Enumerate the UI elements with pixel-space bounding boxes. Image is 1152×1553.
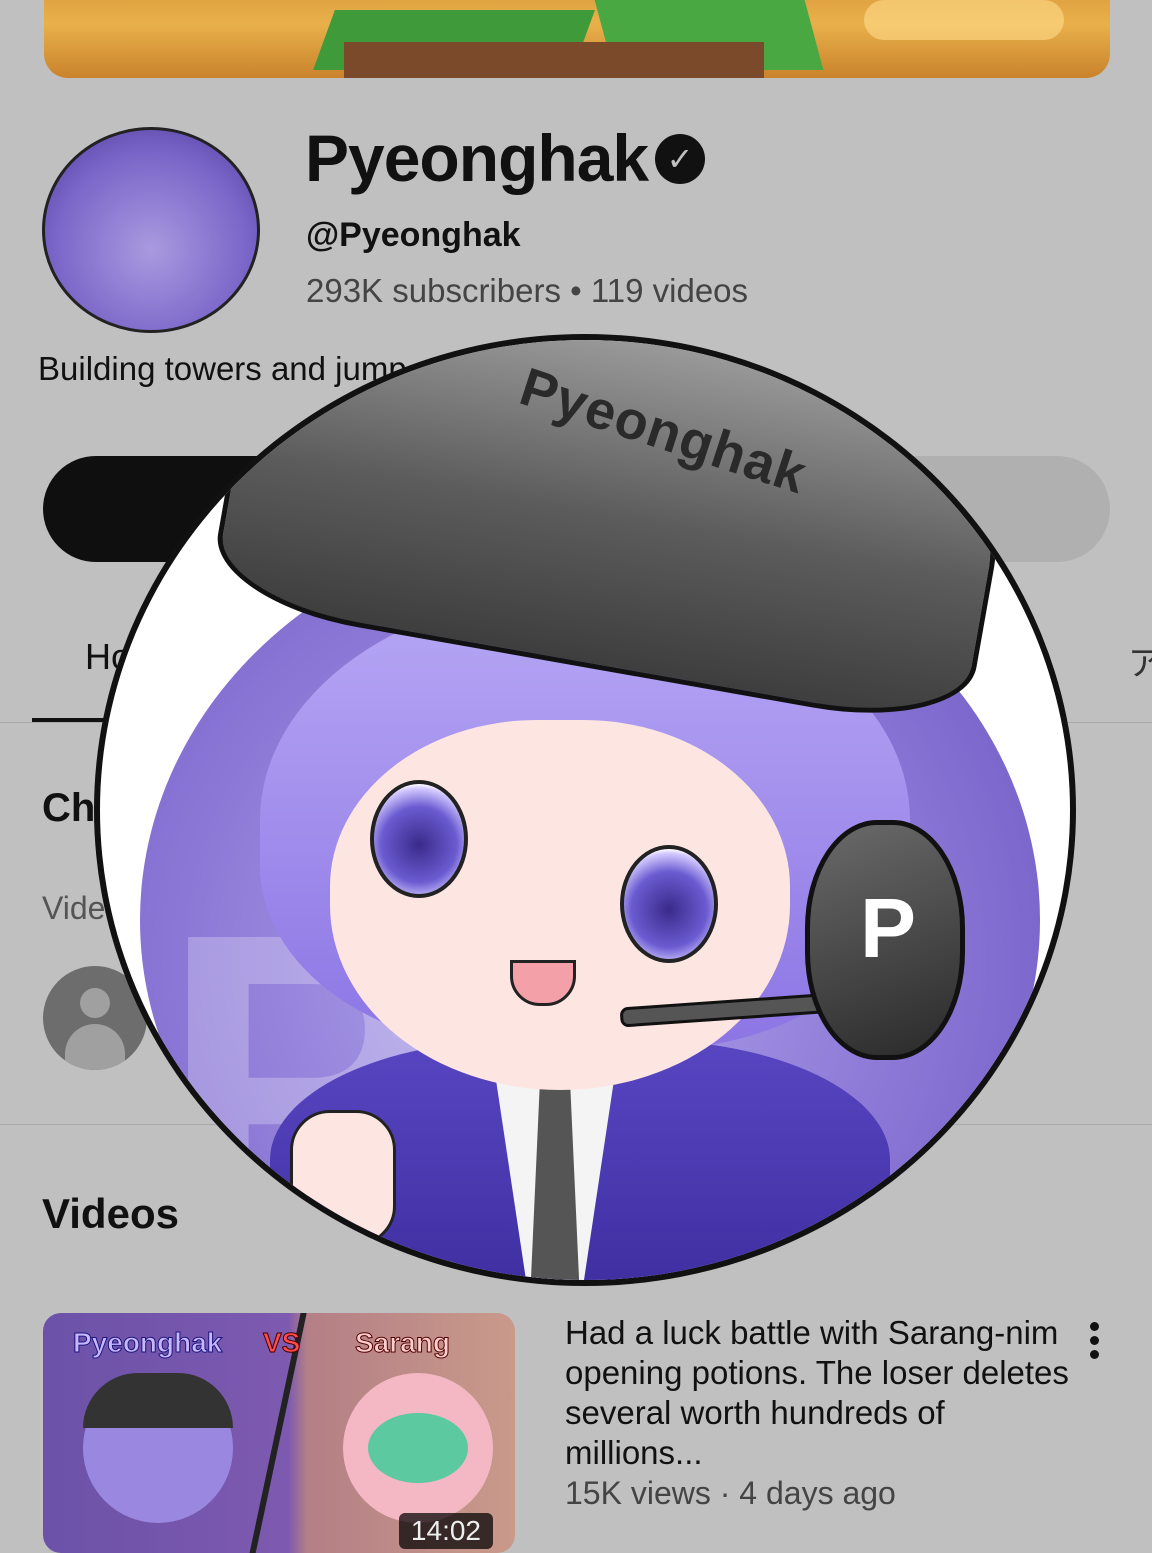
avatar-eye-right bbox=[620, 845, 718, 963]
video-title[interactable]: Had a luck battle with Sarang-nim openin… bbox=[565, 1313, 1085, 1473]
verified-check-icon: ✓ bbox=[655, 134, 705, 184]
thumbnail-label-right: Sarang bbox=[355, 1327, 451, 1359]
channel-handle: @Pyeonghak bbox=[306, 216, 521, 254]
video-thumbnail[interactable]: Pyeonghak VS Sarang 14:02 bbox=[43, 1313, 515, 1553]
section-videos-subheading: Vide bbox=[42, 890, 106, 926]
avatar-eye-left bbox=[370, 780, 468, 898]
video-duration-badge: 14:02 bbox=[398, 1513, 493, 1549]
banner-cloud bbox=[864, 0, 1064, 40]
person-icon-head bbox=[80, 988, 110, 1018]
channel-name: Pyeonghak bbox=[305, 121, 649, 195]
tab-more[interactable]: ア bbox=[1128, 636, 1152, 685]
more-options-icon[interactable] bbox=[1090, 1322, 1102, 1362]
banner-dirt bbox=[344, 42, 764, 78]
thumbnail-character-right bbox=[343, 1373, 493, 1523]
avatar-hand bbox=[290, 1110, 396, 1246]
channel-avatar[interactable] bbox=[42, 127, 260, 333]
channel-stats: 293K subscribers • 119 videos bbox=[306, 272, 749, 309]
avatar-face bbox=[330, 720, 790, 1090]
video-meta: 15K views · 4 days ago bbox=[565, 1475, 896, 1511]
section-channels-heading: Ch bbox=[42, 786, 96, 830]
thumbnail-label-vs: VS bbox=[262, 1327, 301, 1359]
section-videos-heading: Videos bbox=[42, 1190, 179, 1237]
thumbnail-character-left bbox=[83, 1373, 233, 1523]
headphone-letter: P bbox=[860, 881, 917, 975]
person-icon-body bbox=[65, 1024, 125, 1070]
enlarged-avatar-overlay[interactable]: P P Pyeonghak bbox=[94, 334, 1076, 1286]
channel-banner bbox=[44, 0, 1110, 78]
thumbnail-label-left: Pyeonghak bbox=[72, 1327, 223, 1359]
